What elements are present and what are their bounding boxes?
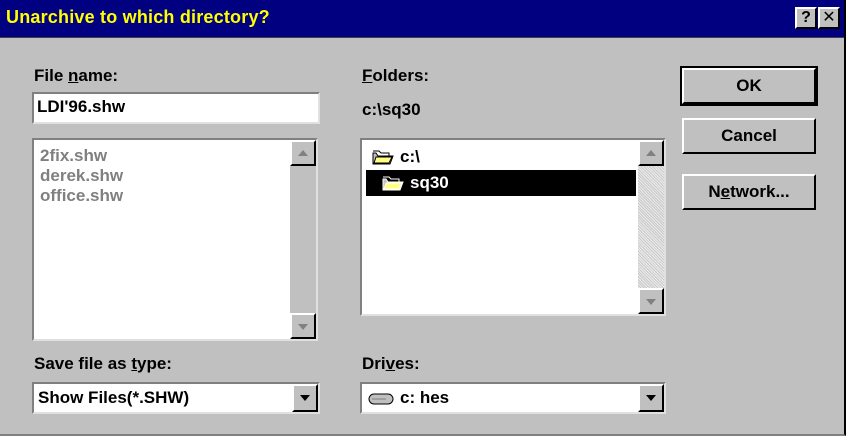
arrow-up-icon bbox=[646, 150, 656, 156]
folder-tree-scrollbar[interactable] bbox=[638, 140, 664, 314]
ok-label: OK bbox=[736, 76, 762, 95]
ok-button[interactable]: OK bbox=[680, 66, 818, 106]
save-type-dropdown-button[interactable] bbox=[292, 384, 318, 412]
folders-label: Folders: bbox=[362, 66, 430, 85]
arrow-up-icon bbox=[298, 150, 308, 156]
help-button[interactable]: ? bbox=[795, 7, 817, 29]
folder-tree[interactable]: c:\ sq30 bbox=[360, 138, 666, 316]
folder-name: sq30 bbox=[410, 173, 449, 192]
folder-name: c:\ bbox=[400, 147, 420, 166]
scroll-down-button[interactable] bbox=[290, 313, 316, 339]
file-list-scrollbar[interactable] bbox=[290, 140, 316, 339]
save-type-label: Save file as type: bbox=[34, 354, 172, 373]
unarchive-dialog: Unarchive to which directory? ? ✕ File n… bbox=[0, 0, 846, 436]
list-item[interactable]: office.shw bbox=[40, 186, 123, 206]
network-button[interactable]: Network... bbox=[682, 174, 816, 210]
drives-select[interactable]: c: hes bbox=[360, 382, 666, 414]
close-button[interactable]: ✕ bbox=[818, 7, 840, 29]
save-type-value: Show Files(*.SHW) bbox=[38, 388, 190, 407]
folder-item-sq30[interactable]: sq30 bbox=[366, 170, 636, 196]
scroll-down-button[interactable] bbox=[638, 288, 664, 314]
file-list[interactable]: 2fix.shw derek.shw office.shw bbox=[32, 138, 318, 341]
current-path: c:\sq30 bbox=[362, 100, 421, 119]
list-item[interactable]: 2fix.shw bbox=[40, 146, 107, 166]
window-title: Unarchive to which directory? bbox=[6, 7, 270, 27]
cancel-button[interactable]: Cancel bbox=[682, 118, 816, 154]
arrow-down-icon bbox=[646, 299, 656, 305]
help-icon: ? bbox=[801, 9, 811, 26]
file-name-label: File name: bbox=[34, 66, 119, 85]
save-type-select[interactable]: Show Files(*.SHW) bbox=[32, 382, 320, 414]
open-folder-icon bbox=[382, 176, 404, 191]
list-item[interactable]: derek.shw bbox=[40, 166, 123, 186]
cancel-label: Cancel bbox=[721, 126, 777, 145]
chevron-down-icon bbox=[300, 395, 310, 401]
close-icon: ✕ bbox=[822, 9, 836, 26]
network-label: Network... bbox=[708, 182, 790, 201]
drives-dropdown-button[interactable] bbox=[638, 384, 664, 412]
scroll-up-button[interactable] bbox=[638, 140, 664, 166]
file-name-value: LDI'96.shw bbox=[37, 97, 126, 116]
chevron-down-icon bbox=[646, 395, 656, 401]
scroll-up-button[interactable] bbox=[290, 140, 316, 166]
open-folder-icon bbox=[372, 150, 394, 165]
hard-drive-icon bbox=[368, 393, 394, 405]
arrow-down-icon bbox=[298, 324, 308, 330]
title-bar[interactable]: Unarchive to which directory? ? ✕ bbox=[0, 0, 844, 38]
folder-item-root[interactable]: c:\ bbox=[366, 144, 636, 170]
drives-label: Drives: bbox=[362, 354, 420, 373]
file-name-input[interactable]: LDI'96.shw bbox=[32, 92, 320, 124]
drives-value: c: hes bbox=[400, 388, 450, 407]
